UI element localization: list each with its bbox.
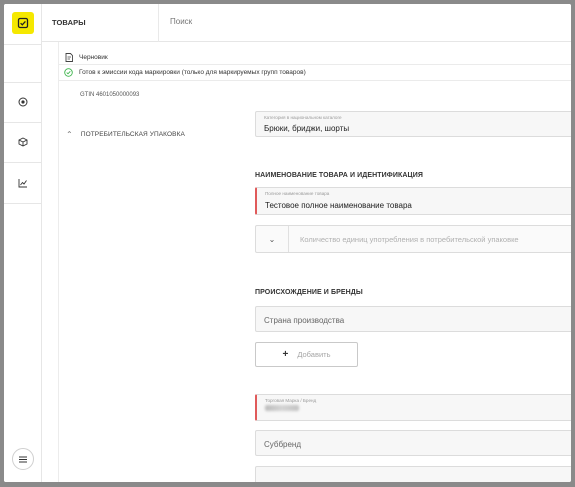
top-bar: ТОВАРЫ bbox=[42, 4, 571, 42]
search-input[interactable] bbox=[170, 17, 370, 26]
add-button-label: Добавить bbox=[297, 350, 331, 359]
brand-label: Торговая Марка / Бренд bbox=[265, 398, 317, 403]
left-rail bbox=[4, 4, 42, 482]
origin-section-title: ПРОИСХОЖДЕНИЕ И БРЕНДЫ bbox=[255, 289, 363, 296]
gutter-line bbox=[58, 42, 59, 482]
country-field[interactable]: Страна производства bbox=[255, 306, 571, 332]
draft-label: Черновик bbox=[79, 54, 108, 61]
rail-divider bbox=[4, 82, 42, 83]
check-circle-icon bbox=[64, 68, 73, 77]
rail-divider bbox=[4, 44, 42, 45]
rail-divider bbox=[4, 203, 42, 204]
document-icon bbox=[64, 53, 73, 62]
divider bbox=[59, 80, 571, 81]
package-section-label: ПОТРЕБИТЕЛЬСКАЯ УПАКОВКА bbox=[80, 131, 185, 138]
next-field[interactable] bbox=[255, 466, 571, 482]
plus-icon: + bbox=[282, 349, 289, 360]
page-title: ТОВАРЫ bbox=[52, 18, 86, 27]
package-section-toggle[interactable]: ⌃ ПОТРЕБИТЕЛЬСКАЯ УПАКОВКА bbox=[66, 130, 185, 139]
chevron-up-icon: ⌃ bbox=[66, 130, 73, 139]
add-country-button[interactable]: + Добавить bbox=[255, 342, 358, 367]
divider bbox=[59, 64, 571, 65]
category-value: Брюки, бриджи, шорты bbox=[264, 124, 350, 133]
topbar-divider bbox=[158, 4, 159, 42]
rail-divider bbox=[4, 122, 42, 123]
subbrand-placeholder: Суббренд bbox=[264, 440, 302, 449]
cube-icon[interactable] bbox=[14, 133, 32, 151]
full-name-field[interactable]: Полное наименование товара Тестовое полн… bbox=[255, 187, 571, 215]
quantity-field[interactable]: ⌄ Количество единиц употребления в потре… bbox=[255, 225, 571, 253]
ready-status: Готов к эмиссии кода маркировки (только … bbox=[64, 68, 306, 77]
menu-icon[interactable] bbox=[12, 448, 34, 470]
full-name-value: Тестовое полное наименование товара bbox=[265, 201, 412, 210]
chart-icon[interactable] bbox=[14, 174, 32, 192]
category-label: Категория в национальном каталоге bbox=[264, 115, 342, 120]
logo-checkbox-icon[interactable] bbox=[12, 12, 34, 34]
full-name-label: Полное наименование товара bbox=[265, 191, 330, 196]
brand-value-redacted bbox=[265, 405, 299, 411]
app-window: ТОВАРЫ Черновик Готов к эмиссии кода мар… bbox=[4, 4, 571, 482]
category-field[interactable]: Категория в национальном каталоге Брюки,… bbox=[255, 111, 571, 137]
product-form: Черновик Готов к эмиссии кода маркировки… bbox=[42, 42, 571, 482]
draft-status: Черновик bbox=[64, 53, 108, 62]
quantity-placeholder: Количество единиц употребления в потреби… bbox=[300, 235, 519, 244]
naming-section-title: НАИМЕНОВАНИЕ ТОВАРА И ИДЕНТИФИКАЦИЯ bbox=[255, 172, 423, 179]
country-placeholder: Страна производства bbox=[264, 316, 345, 325]
target-icon[interactable] bbox=[14, 93, 32, 111]
rail-divider bbox=[4, 162, 42, 163]
chevron-down-icon[interactable]: ⌄ bbox=[256, 226, 289, 252]
brand-field[interactable]: Торговая Марка / Бренд bbox=[255, 394, 571, 421]
gtin-code: GTIN 4601050000093 bbox=[80, 92, 140, 98]
ready-label: Готов к эмиссии кода маркировки (только … bbox=[79, 69, 306, 76]
subbrand-field[interactable]: Суббренд bbox=[255, 430, 571, 456]
